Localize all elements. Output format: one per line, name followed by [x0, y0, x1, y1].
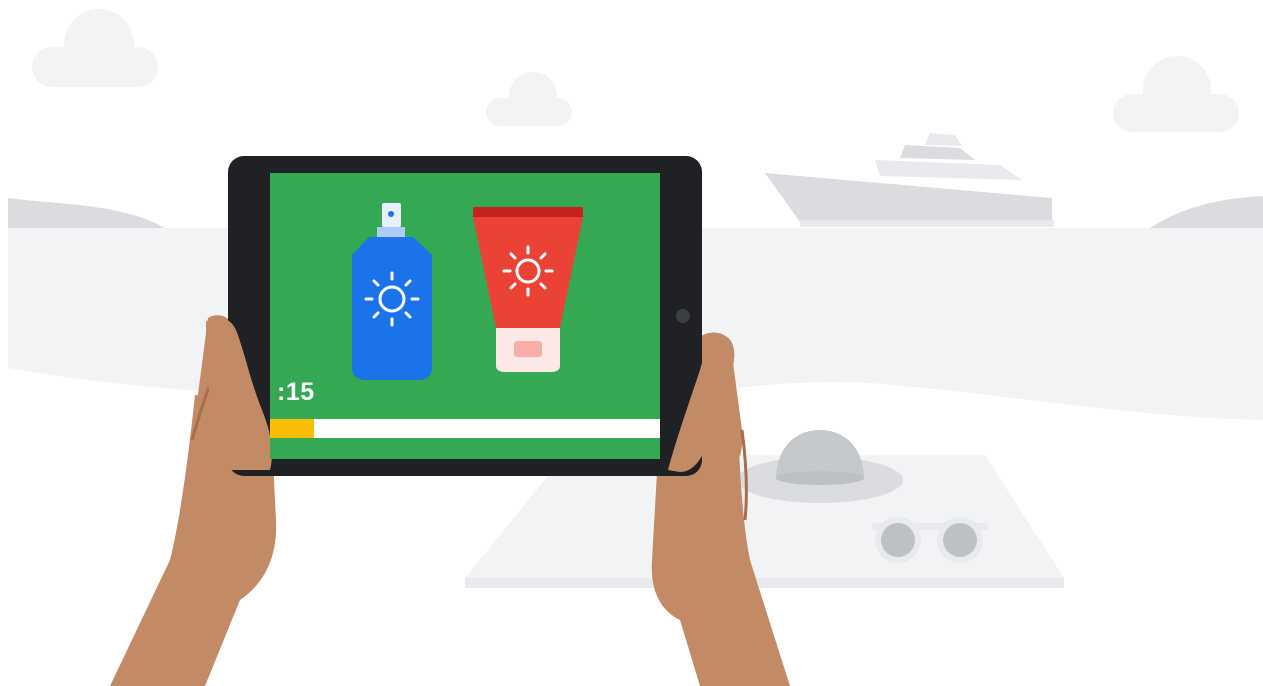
hill-left	[8, 198, 165, 228]
yacht-icon	[765, 133, 1054, 227]
hill-right	[1150, 196, 1263, 228]
sun-hat-icon	[737, 430, 903, 503]
video-progress-fill	[270, 419, 315, 438]
tablet-camera	[676, 309, 690, 323]
video-ad-screen[interactable]: :15	[270, 173, 660, 459]
beach-towel-edge	[465, 578, 1064, 588]
cloud-icon	[486, 72, 572, 126]
cloud-icon	[1113, 56, 1239, 132]
video-progress-bar[interactable]	[270, 419, 660, 438]
screen-art	[270, 173, 660, 459]
screen-background	[270, 173, 660, 459]
cloud-icon	[32, 9, 158, 87]
countdown-timer: :15	[277, 378, 315, 406]
